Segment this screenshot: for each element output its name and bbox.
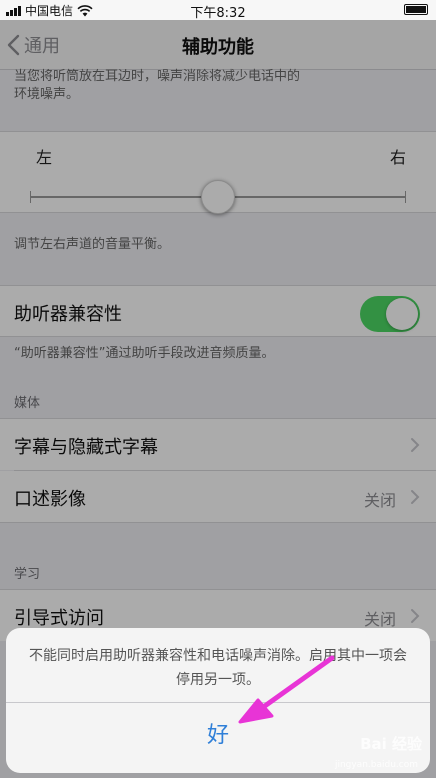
screen: 中国电信 下午8:32 通用 辅助功能 当您将听筒放在耳边时，噪声消除将减少电话… [0,0,436,778]
baidu-watermark-logo: Bai 经验 [360,735,422,753]
status-time: 下午8:32 [190,6,246,21]
alert-message: 不能同时启用助听器兼容性和电话噪声消除。启用其中一项会停用另一项。 [29,648,407,688]
baidu-watermark-url: jingyan.baidu.com [334,760,418,770]
battery-icon [404,4,428,15]
status-bar: 中国电信 下午8:32 [0,0,436,21]
